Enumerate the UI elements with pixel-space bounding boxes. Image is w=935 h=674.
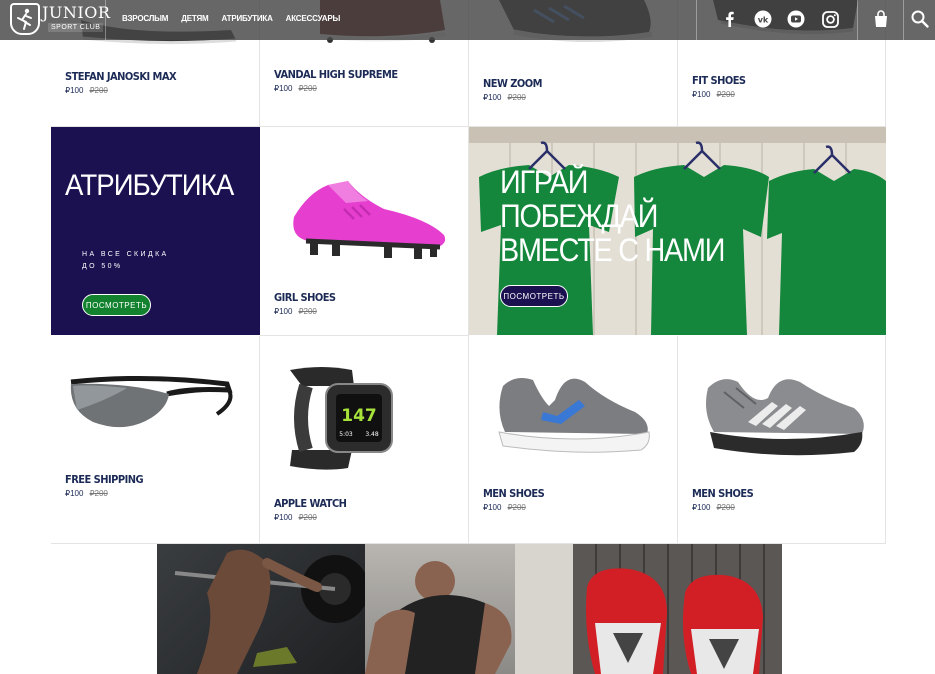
product-price: ₽100 ₽200 — [692, 90, 735, 99]
product-name[interactable]: FREE SHIPPING — [65, 473, 144, 486]
product-card[interactable]: MEN SHOES ₽100 ₽200 — [678, 336, 886, 544]
watch-right-readout: 3.48 — [365, 431, 379, 438]
youtube-icon[interactable] — [785, 8, 807, 30]
promo-attributes-banner: АТРИБУТИКА НА ВСЕ СКИДКА ДО 50% ПОСМОТРЕ… — [51, 127, 260, 335]
product-name[interactable]: MEN SHOES — [483, 487, 545, 500]
top-header: JUNIOR SPORT CLUB ВЗРОСЛЫМ ДЕТЯМ АТРИБУТ… — [0, 0, 935, 40]
product-price: ₽100 ₽200 — [692, 503, 735, 512]
athlete-training-image — [365, 543, 574, 674]
view-button[interactable]: ПОСМОТРЕТЬ — [82, 294, 151, 316]
product-name[interactable]: APPLE WATCH — [274, 497, 347, 510]
product-price: ₽100 ₽200 — [483, 93, 526, 102]
product-price: ₽100 ₽200 — [274, 84, 317, 93]
watch-left-readout: 5:03 — [339, 431, 353, 438]
instagram-icon[interactable] — [819, 8, 841, 30]
grey-knit-runner-image — [706, 379, 864, 456]
pink-cleat-image — [293, 181, 446, 259]
product-price: ₽100 ₽200 — [274, 513, 317, 522]
main-nav: ВЗРОСЛЫМ ДЕТЯМ АТРИБУТИКА АКСЕССУАРЫ — [122, 14, 340, 23]
promo-headline: ИГРАЙ ПОБЕЖДАЙ ВМЕСТЕ С НАМИ — [500, 164, 725, 268]
search-icon[interactable] — [910, 9, 932, 31]
product-card[interactable]: GIRL SHOES ₽100 ₽200 — [260, 127, 469, 336]
product-price: ₽100 ₽200 — [65, 489, 108, 498]
product-name[interactable]: VANDAL HIGH SUPREME — [274, 68, 398, 81]
sunglasses-image — [70, 375, 233, 428]
deadlift-photo[interactable] — [157, 543, 366, 674]
promo-subtitle: НА ВСЕ СКИДКА — [82, 251, 169, 258]
product-name[interactable]: STEFAN JANOSKI MAX — [65, 70, 177, 83]
product-name[interactable]: FIT SHOES — [692, 74, 746, 87]
product-name[interactable]: NEW ZOOM — [483, 77, 543, 90]
logo-brand: JUNIOR — [42, 3, 111, 22]
watch-big-readout: 147 — [341, 406, 377, 426]
shopping-bag-icon[interactable] — [871, 9, 893, 31]
product-card[interactable]: 147 5:03 3.48 APPLE WATCH ₽100 ₽200 — [260, 336, 469, 544]
product-name[interactable]: GIRL SHOES — [274, 291, 336, 304]
header-divider — [857, 0, 858, 40]
promo-play-banner: ИГРАЙ ПОБЕЖДАЙ ВМЕСТЕ С НАМИ ПОСМОТРЕТЬ — [469, 127, 886, 335]
training-photo[interactable] — [365, 543, 574, 674]
nav-adults[interactable]: ВЗРОСЛЫМ — [122, 14, 168, 23]
product-price: ₽100 ₽200 — [274, 307, 317, 316]
header-divider — [105, 0, 106, 40]
header-divider — [903, 0, 904, 40]
boxing-gloves-image — [573, 543, 782, 674]
view-button[interactable]: ПОСМОТРЕТЬ — [500, 285, 568, 307]
runner-logo-icon — [10, 3, 40, 35]
product-name[interactable]: MEN SHOES — [692, 487, 754, 500]
smartwatch-image: 147 5:03 3.48 — [290, 367, 393, 470]
logo-subtitle: SPORT CLUB — [48, 23, 104, 32]
product-price: ₽100 ₽200 — [483, 503, 526, 512]
product-price: ₽100 ₽200 — [65, 86, 108, 95]
logo[interactable]: JUNIOR SPORT CLUB — [10, 2, 110, 38]
facebook-icon[interactable] — [719, 8, 741, 30]
nav-kids[interactable]: ДЕТЯМ — [181, 14, 208, 23]
header-divider — [696, 0, 697, 40]
promo-title: АТРИБУТИКА — [65, 169, 234, 202]
footer-divider — [51, 543, 886, 544]
boxing-gloves-photo[interactable] — [573, 543, 782, 674]
svg-text:vk: vk — [758, 16, 769, 25]
promo-subtitle: ДО 50% — [82, 263, 123, 270]
nav-accessories[interactable]: АКСЕССУАРЫ — [286, 14, 341, 23]
product-card[interactable]: FREE SHIPPING ₽100 ₽200 — [51, 336, 260, 544]
vk-icon[interactable]: vk — [752, 8, 774, 30]
nav-attributes[interactable]: АТРИБУТИКА — [221, 14, 272, 23]
athlete-deadlift-image — [174, 549, 366, 674]
product-card[interactable]: MEN SHOES ₽100 ₽200 — [469, 336, 678, 544]
grey-slip-on-image — [498, 378, 650, 453]
